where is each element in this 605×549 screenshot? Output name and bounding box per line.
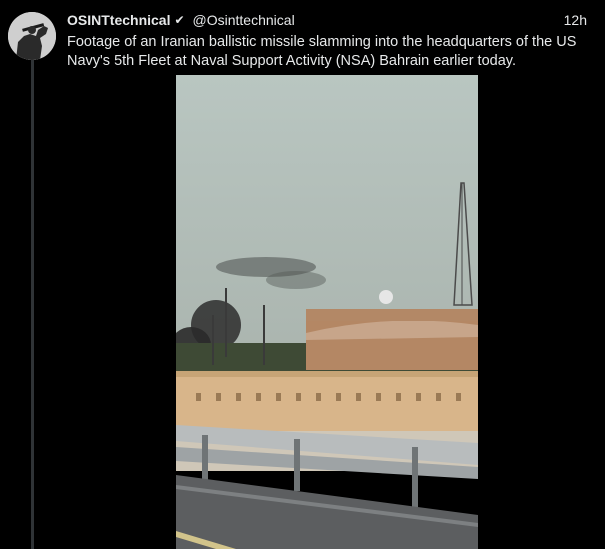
avatar[interactable]: [8, 12, 56, 60]
video-frame: [176, 75, 478, 549]
timestamp[interactable]: 12h: [564, 12, 587, 28]
tweet-header: OSINTtechnical ✔ @Osinttechnical 12h: [67, 10, 587, 30]
handle[interactable]: @Osinttechnical: [193, 12, 295, 28]
avatar-silhouette: [8, 12, 56, 60]
display-name[interactable]: OSINTtechnical: [67, 12, 170, 28]
verified-check-icon: ✔: [174, 13, 185, 27]
tweet-text: Footage of an Iranian ballistic missile …: [67, 34, 577, 69]
video-player[interactable]: [68, 75, 586, 549]
thread-line: [31, 60, 34, 549]
